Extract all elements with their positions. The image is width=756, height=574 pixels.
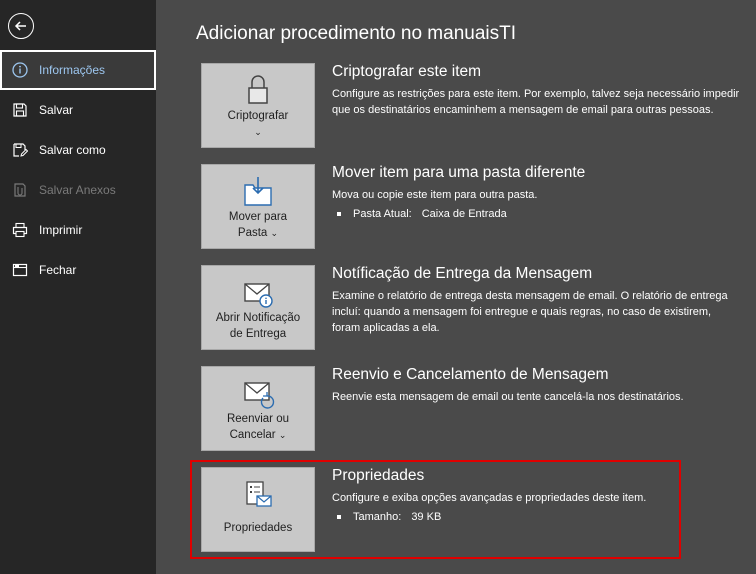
move-button-label-line1: Mover para — [228, 211, 288, 223]
section-title: Mover item para uma pasta diferente — [332, 164, 586, 181]
section-description: Configure as restrições para este item. … — [332, 88, 740, 116]
section-title: Notíficação de Entrega da Mensagem — [332, 265, 593, 282]
move-to-folder-button[interactable]: Mover para Pasta ⌄ — [201, 164, 315, 249]
section-description: Examine o relatório de entrega desta men… — [332, 290, 728, 334]
chevron-down-icon: ⌄ — [278, 430, 287, 440]
sidebar-item-salvar[interactable]: Salvar — [0, 90, 156, 130]
sidebar-item-imprimir[interactable]: Imprimir — [0, 210, 156, 250]
page-title: Adicionar procedimento no manuaisTI — [196, 23, 517, 44]
lock-icon — [248, 75, 268, 104]
encrypt-button[interactable]: Criptografar ⌄ — [201, 63, 315, 148]
section-resend: Reenviar ou Cancelar ⌄ Reenvio e Cancela… — [201, 366, 756, 456]
delivery-button-label-line1: Abrir Notificação — [215, 312, 301, 324]
section-delivery: Abrir Notificação de Entrega Notíficação… — [201, 265, 756, 355]
chevron-down-icon: ⌄ — [270, 228, 279, 238]
properties-highlight — [190, 460, 681, 559]
sidebar-item-label: Salvar como — [39, 143, 106, 157]
resend-button-label-line1: Reenviar ou — [226, 413, 289, 425]
info-icon — [12, 62, 28, 78]
section-encrypt: Criptografar ⌄ Criptografar este item Co… — [201, 63, 756, 153]
save-icon — [12, 102, 28, 118]
print-icon — [12, 222, 28, 238]
resend-button-label-line2: Cancelar — [229, 429, 276, 441]
move-to-folder-icon — [244, 177, 272, 206]
sidebar-item-salvar-anexos: Salvar Anexos — [0, 170, 156, 210]
close-folder-icon — [12, 262, 28, 278]
back-arrow-icon — [14, 21, 26, 31]
detail-label: Pasta Atual: — [353, 208, 412, 220]
sidebar-item-label: Imprimir — [39, 223, 83, 237]
move-button-label-line2: Pasta — [237, 227, 268, 239]
encrypt-button-label: Criptografar — [227, 110, 289, 122]
chevron-down-icon: ⌄ — [254, 127, 262, 137]
save-attachments-icon — [12, 182, 28, 198]
section-title: Reenvio e Cancelamento de Mensagem — [332, 366, 609, 383]
delivery-button-label-line2: de Entrega — [229, 328, 287, 340]
sidebar-item-fechar[interactable]: Fechar — [0, 250, 156, 290]
sidebar: Informações Salvar Salvar como Salvar An… — [0, 0, 156, 574]
section-description: Mova ou copie este item para outra pasta… — [332, 189, 538, 201]
sidebar-item-salvar-como[interactable]: Salvar como — [0, 130, 156, 170]
current-folder-detail: Pasta Atual: Caixa de Entrada — [332, 208, 507, 220]
main-content: Adicionar procedimento no manuaisTI Crip… — [156, 0, 756, 574]
section-description: Reenvie esta mensagem de email ou tente … — [332, 391, 684, 403]
sidebar-item-label: Salvar Anexos — [39, 183, 116, 197]
open-delivery-report-button[interactable]: Abrir Notificação de Entrega — [201, 265, 315, 350]
sidebar-item-informacoes[interactable]: Informações — [0, 50, 156, 90]
save-as-icon — [12, 142, 28, 158]
resend-or-recall-button[interactable]: Reenviar ou Cancelar ⌄ — [201, 366, 315, 451]
back-button[interactable] — [8, 13, 34, 39]
sidebar-item-label: Fechar — [39, 263, 77, 277]
section-move: Mover para Pasta ⌄ Mover item para uma p… — [201, 164, 756, 254]
bullet-icon — [337, 212, 341, 216]
sidebar-item-label: Informações — [39, 63, 106, 77]
resend-icon — [244, 382, 275, 409]
section-title: Criptografar este item — [332, 63, 482, 80]
sidebar-nav: Informações Salvar Salvar como Salvar An… — [0, 50, 156, 290]
delivery-report-icon — [244, 283, 273, 308]
sidebar-item-label: Salvar — [39, 103, 74, 117]
detail-value: Caixa de Entrada — [421, 208, 507, 220]
